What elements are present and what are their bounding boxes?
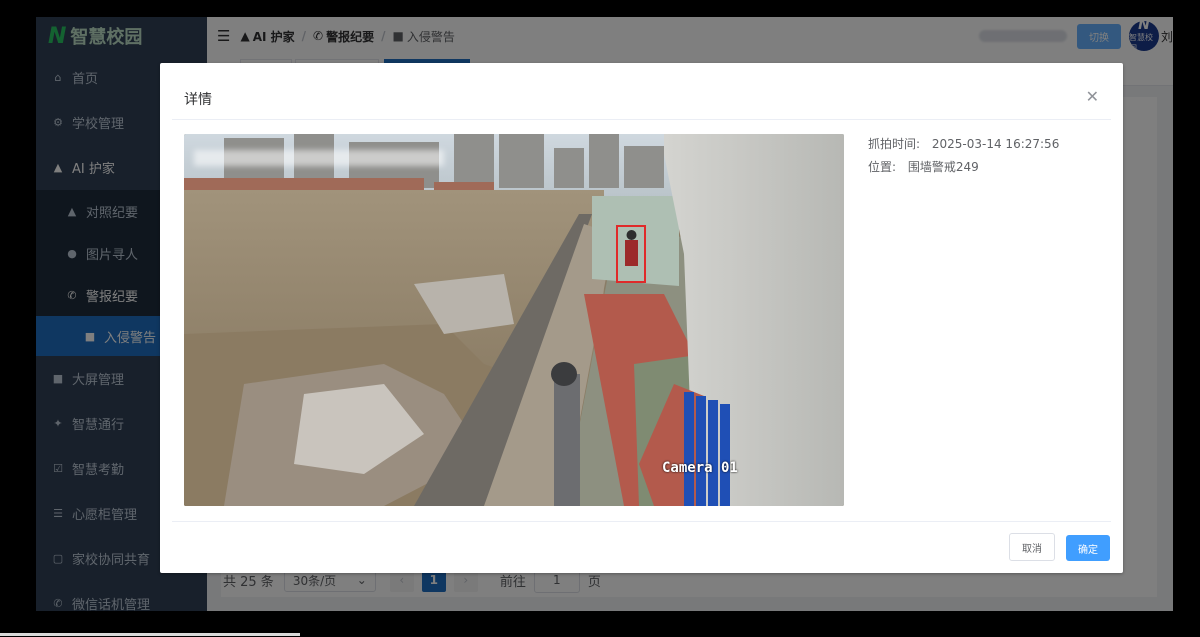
confirm-button[interactable]: 确定: [1066, 535, 1110, 561]
camera-label: Camera 01: [662, 460, 738, 476]
location-label: 位置:: [868, 160, 897, 174]
dialog-divider: [172, 521, 1111, 522]
blurred-timestamp: [194, 150, 444, 166]
detail-info: 抓拍时间: 2025-03-14 16:27:56 位置: 围墙警戒249: [868, 133, 1059, 179]
cancel-button[interactable]: 取消: [1009, 533, 1055, 561]
close-icon[interactable]: ✕: [1086, 87, 1099, 106]
dialog-title: 详情: [184, 92, 212, 108]
location-value: 围墙警戒249: [907, 160, 979, 174]
taskbar-strip: [0, 633, 300, 636]
camera-image: [184, 134, 844, 506]
detail-dialog: 详情 ✕ Camera 01 抓拍时间: 2025-03-14 16:27:56…: [160, 63, 1123, 573]
dialog-divider: [172, 119, 1111, 120]
capture-time-label: 抓拍时间:: [868, 137, 921, 151]
camera-snapshot[interactable]: Camera 01: [184, 134, 844, 506]
capture-time-row: 抓拍时间: 2025-03-14 16:27:56: [868, 133, 1059, 156]
app-window: N 智慧校园 ⌂ 首页 ⚙ 学校管理 ▲ AI 护家 ▲ 对照纪要 ● 图片寻人…: [36, 17, 1173, 611]
location-row: 位置: 围墙警戒249: [868, 156, 1059, 179]
capture-time-value: 2025-03-14 16:27:56: [931, 137, 1060, 151]
